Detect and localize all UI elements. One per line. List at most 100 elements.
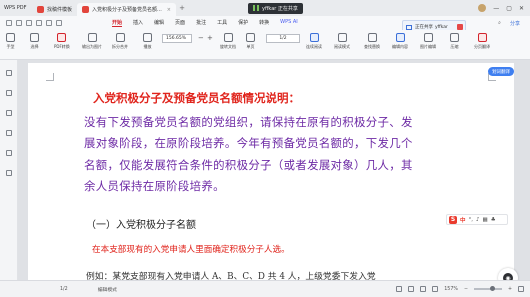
paragraph-line: 展对象阶段，在原阶段培养。今年有预备党员名额的，下发几个 (84, 136, 413, 151)
ime-chinese-mode-icon[interactable]: 中 (460, 216, 466, 224)
menu-page[interactable]: 页面 (175, 19, 185, 27)
sogou-ime-icon[interactable]: S (449, 215, 457, 224)
thumbnail-icon[interactable] (6, 70, 12, 76)
pdf-reader-window: WPS PDF 找稿件模板 入党积极分子及预备党员名额... × + yffka… (0, 0, 530, 297)
word-translate-button[interactable]: 划词翻译 (488, 67, 514, 76)
single-page-tool[interactable]: 单页 (246, 33, 255, 50)
left-sidebar (0, 60, 18, 280)
tab-label: 找稿件模板 (47, 7, 73, 13)
pdf-file-icon (37, 6, 44, 13)
find-replace-tool[interactable]: 查找替换 (364, 33, 380, 50)
fullscreen-icon[interactable] (518, 286, 524, 292)
zoom-input[interactable]: 156.65% (162, 34, 192, 43)
comment-icon[interactable] (6, 110, 12, 116)
menu-home[interactable]: 开始 (112, 19, 123, 27)
menu-insert[interactable]: 插入 (133, 19, 143, 27)
single-page-icon (246, 33, 255, 42)
double-view-icon[interactable] (420, 286, 427, 292)
tool-label: 阅读模式 (334, 44, 350, 49)
menu-annotate[interactable]: 批注 (196, 19, 206, 27)
paragraph-line: 没有下发预备党员名额的党组织，请保持在原有的积极分子、发 (84, 115, 413, 129)
ime-toolbar[interactable]: S 中 °, ♪ ▦ ♣ (446, 214, 508, 225)
undo-icon[interactable] (46, 20, 52, 26)
rotate-tool[interactable]: 旋转文档 (220, 33, 236, 50)
translate-tool[interactable]: 分页翻译 (474, 33, 490, 50)
sharing-indicator-icon (253, 5, 259, 11)
tool-label: 输出为图片 (82, 44, 102, 49)
tool-label: 拆分合并 (112, 44, 128, 49)
cursor-icon (30, 33, 39, 42)
ime-mic-icon[interactable]: ♪ (476, 217, 480, 223)
bookmark-icon[interactable] (6, 90, 12, 96)
signature-icon[interactable] (6, 170, 12, 176)
document-paragraph: 没有下发预备党员名额的党组织，请保持在原有的积极分子、发 展对象阶段，在原阶段培… (84, 112, 469, 197)
tab-templates[interactable]: 找稿件模板 (32, 3, 77, 16)
ime-keyboard-icon[interactable]: ▦ (483, 217, 488, 223)
export-image-tool[interactable]: 输出为图片 (82, 33, 102, 50)
menu-convert[interactable]: 转换 (259, 19, 269, 27)
tool-label: 编辑内容 (392, 44, 408, 49)
status-zoom-value[interactable]: 157% (444, 287, 458, 292)
menu-icon[interactable] (6, 20, 12, 26)
ime-punctuation-icon[interactable]: °, (469, 217, 474, 223)
ime-skin-icon[interactable]: ♣ (491, 217, 496, 223)
page-counter[interactable]: 1/2 (60, 287, 68, 292)
print-icon[interactable] (36, 20, 42, 26)
continuous-icon (309, 33, 319, 42)
split-merge-tool[interactable]: 拆分合并 (112, 33, 128, 50)
pdf-page[interactable]: 入党积极分子及预备党员名额情况说明： 没有下发预备党员名额的党组织，请保持在原有… (28, 63, 514, 280)
open-file-icon[interactable] (16, 20, 22, 26)
highlighted-note: 在本支部现有的入党申请人里面确定积极分子人选。 (92, 245, 290, 255)
user-avatar[interactable] (478, 4, 487, 12)
app-brand[interactable]: WPS PDF (0, 5, 32, 11)
search-panel-icon[interactable] (6, 150, 12, 156)
example-paragraph: 例如：某党支部现有入党申请人 A、B、C、D 共 4 人，上级党委下发入党 (86, 272, 376, 280)
single-view-icon[interactable] (408, 286, 415, 292)
share-button[interactable]: 分享 (510, 20, 520, 27)
zoom-slider[interactable] (473, 286, 502, 291)
zoom-out-icon[interactable]: − (198, 34, 204, 42)
select-tool[interactable]: 选择 (30, 33, 39, 50)
pdf-convert-tool[interactable]: PDF转换 (54, 33, 70, 50)
menubar-right: ⌕ 分享 (498, 20, 530, 27)
continuous-tool[interactable]: 连续阅读 (306, 33, 322, 50)
menu-protect[interactable]: 保护 (238, 19, 248, 27)
status-zoom-out-icon[interactable]: − (464, 287, 468, 292)
zoom-slider-handle[interactable] (489, 286, 495, 291)
minimize-icon[interactable]: — (493, 5, 499, 12)
attachment-icon[interactable] (6, 130, 12, 136)
zoom-in-icon[interactable]: + (207, 34, 213, 42)
tool-label: 选择 (30, 44, 39, 49)
close-window-icon[interactable]: ✕ (519, 5, 524, 12)
page-number-input[interactable]: 1/2 (266, 34, 300, 43)
compress-tool[interactable]: 压缩 (450, 33, 459, 50)
menu-wps-ai[interactable]: WPS AI (280, 19, 298, 27)
document-canvas[interactable]: 入党积极分子及预备党员名额情况说明： 没有下发预备党员名额的党组织，请保持在原有… (18, 60, 530, 280)
remote-user: yffkar (435, 24, 448, 30)
search-icon[interactable]: ⌕ (498, 20, 501, 26)
hand-tool[interactable]: 手型 (6, 33, 15, 50)
close-tab-icon[interactable]: × (167, 7, 171, 13)
new-tab-button[interactable]: + (176, 4, 188, 12)
split-icon (115, 33, 125, 42)
status-zoom-in-icon[interactable]: + (508, 287, 512, 292)
fit-width-icon[interactable] (432, 286, 439, 292)
maximize-icon[interactable]: ▢ (506, 5, 512, 12)
image-edit-tool[interactable]: 图片编辑 (420, 33, 436, 50)
menu-edit[interactable]: 编辑 (154, 19, 164, 27)
edit-content-tool[interactable]: 编辑内容 (392, 33, 408, 50)
screen-share-chip[interactable]: yffkar 正在共享 (248, 2, 303, 14)
read-mode-tool[interactable]: 阅读模式 (334, 33, 350, 50)
tool-label: 单页 (246, 44, 255, 49)
redo-icon[interactable] (56, 20, 62, 26)
tool-label: 图片编辑 (420, 44, 436, 49)
save-icon[interactable] (26, 20, 32, 26)
paragraph-line: 余人员保持在原阶段培养。 (84, 178, 225, 193)
eye-icon[interactable] (396, 286, 403, 292)
menu-items: 开始 插入 编辑 页面 批注 工具 保护 转换 WPS AI (112, 19, 298, 27)
menu-tools[interactable]: 工具 (217, 19, 227, 27)
play-tool[interactable]: 播放 (143, 33, 152, 50)
tab-current-document[interactable]: 入党积极分子及预备党员名额... × (77, 3, 176, 16)
image-icon (87, 33, 97, 42)
tool-label: 连续阅读 (306, 44, 322, 49)
